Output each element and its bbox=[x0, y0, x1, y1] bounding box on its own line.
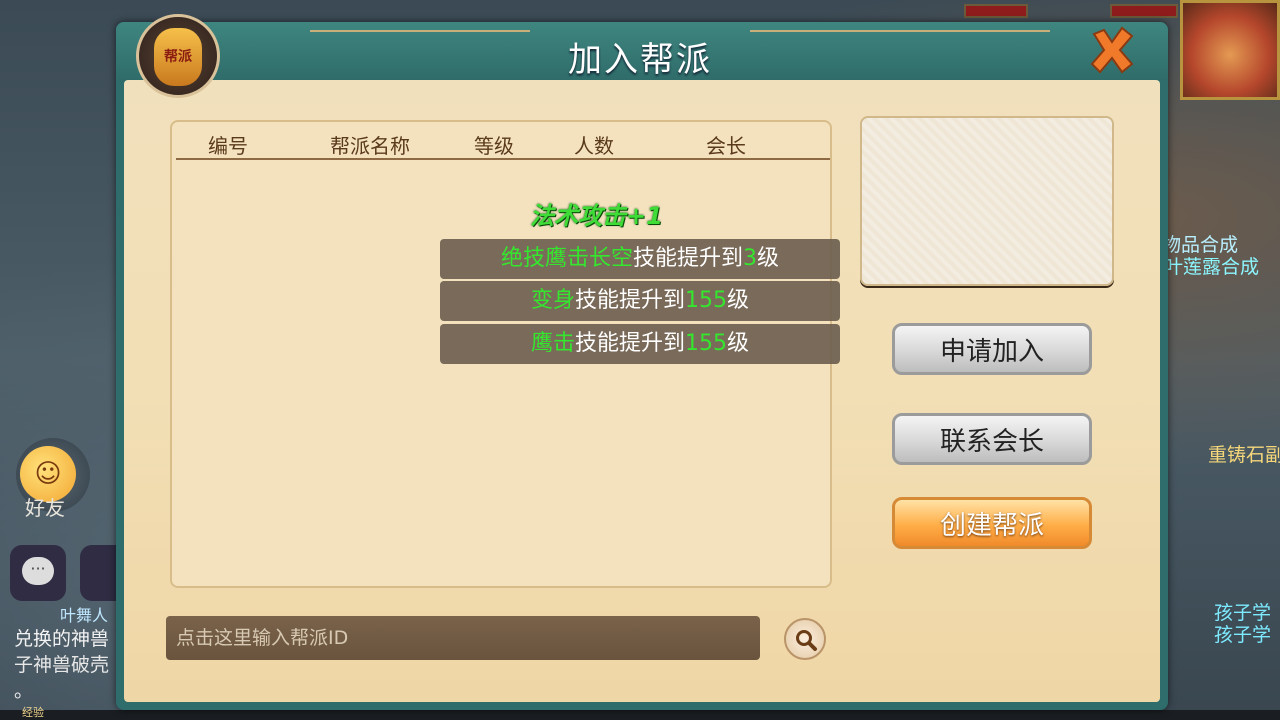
column-header-leader: 会长 bbox=[706, 134, 746, 158]
npc-label: 叶莲露合成 bbox=[1164, 256, 1260, 278]
npc-label: 重铸石副 bbox=[1208, 444, 1280, 466]
column-header-id: 编号 bbox=[208, 134, 248, 158]
skill-upgrade-row: 鹰击技能提升到155级 bbox=[440, 324, 840, 364]
search-button[interactable] bbox=[784, 618, 826, 660]
close-button[interactable] bbox=[1086, 24, 1138, 76]
skill-upgrade-row: 绝技鹰击长空技能提升到3级 bbox=[440, 239, 840, 279]
exp-label: 经验 bbox=[22, 706, 44, 719]
search-icon bbox=[796, 630, 817, 651]
contact-leader-button[interactable]: 联系会长 bbox=[892, 413, 1092, 465]
chat-message-line: 。 bbox=[14, 680, 34, 702]
apply-join-button[interactable]: 申请加入 bbox=[892, 323, 1092, 375]
create-guild-button[interactable]: 创建帮派 bbox=[892, 497, 1092, 549]
close-icon bbox=[1090, 26, 1134, 74]
chat-message-line: 兑换的神兽 bbox=[14, 628, 110, 650]
column-header-members: 人数 bbox=[574, 134, 614, 158]
chat-bubble-icon: ··· bbox=[22, 557, 54, 585]
exp-bar bbox=[0, 710, 1280, 720]
guild-emblem-icon: 帮派 bbox=[154, 28, 202, 86]
chat-message-line: 子神兽破壳 bbox=[14, 654, 110, 676]
guild-info-preview bbox=[860, 116, 1114, 286]
header-divider bbox=[176, 158, 830, 160]
hp-bar bbox=[964, 4, 1028, 18]
mp-bar bbox=[1110, 4, 1178, 18]
column-header-name: 帮派名称 bbox=[330, 134, 410, 158]
buff-title: 法术攻击+1 bbox=[530, 202, 663, 230]
skill-upgrade-row: 变身技能提升到155级 bbox=[440, 281, 840, 321]
chat-sender-name: 叶舞人 bbox=[60, 606, 109, 625]
friend-label: 好友 bbox=[25, 496, 65, 520]
column-header-level: 等级 bbox=[474, 134, 514, 158]
guild-id-search-input[interactable] bbox=[166, 616, 760, 660]
npc-label: 孩子学 bbox=[1214, 624, 1272, 646]
